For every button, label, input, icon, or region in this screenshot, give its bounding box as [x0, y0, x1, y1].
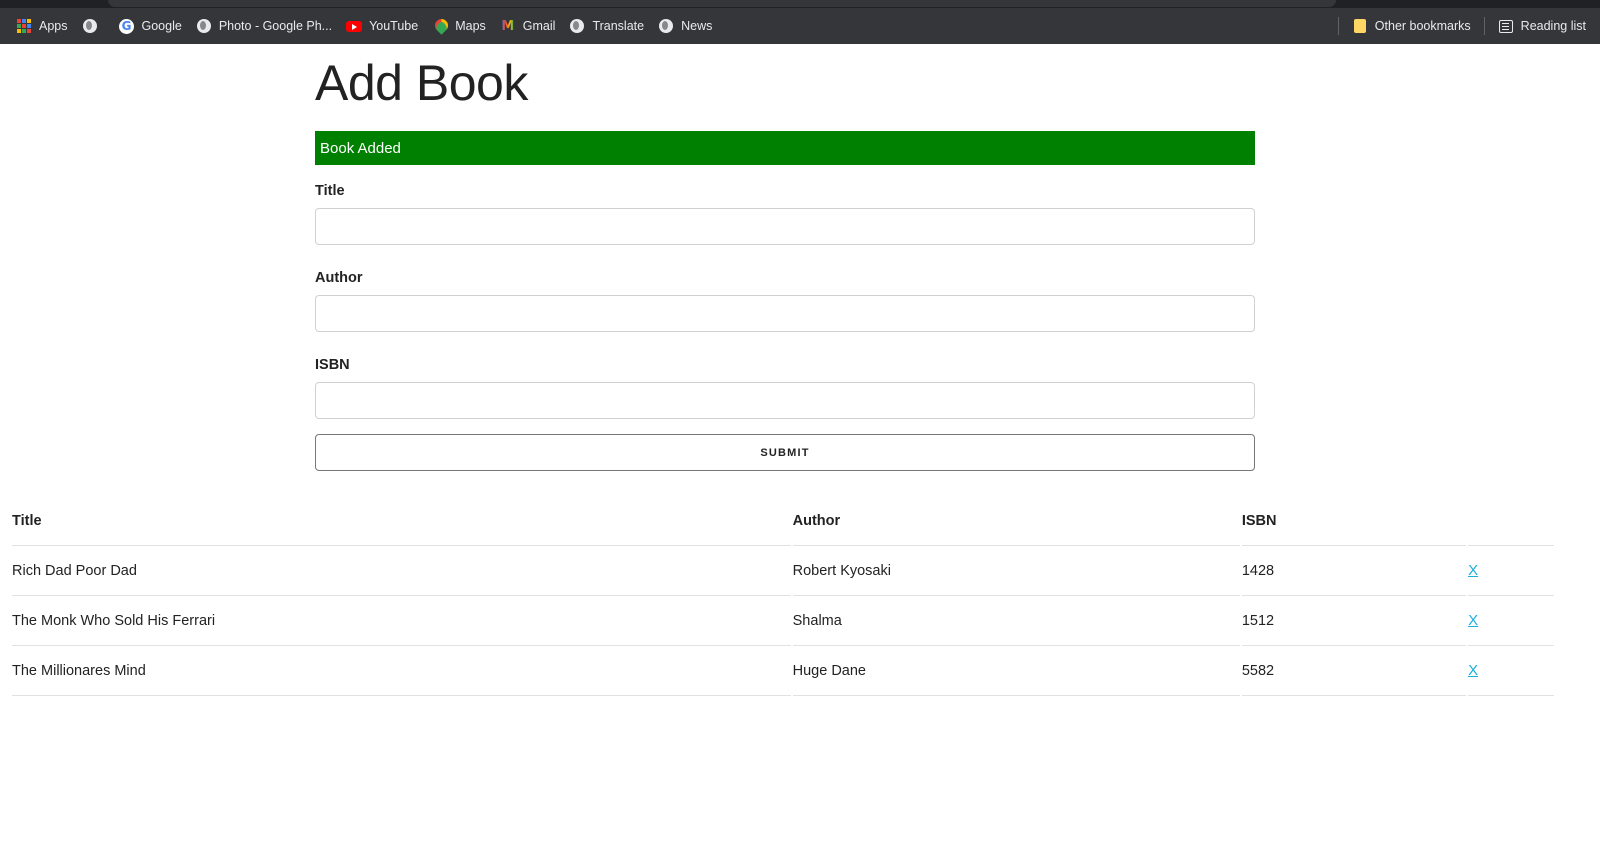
- bookmark-label: Google: [141, 19, 182, 33]
- title-field-group: Title: [315, 183, 1255, 245]
- bookmark-other-bookmarks[interactable]: Other bookmarks: [1345, 12, 1478, 40]
- bookmark-google[interactable]: G Google: [112, 12, 189, 40]
- maps-pin-icon: [432, 18, 448, 34]
- add-book-form: Title Author ISBN SUBMIT: [315, 183, 1255, 471]
- folder-icon: [1352, 18, 1368, 34]
- bookmark-apps[interactable]: Apps: [0, 12, 75, 40]
- globe-icon: [196, 18, 212, 34]
- author-label: Author: [315, 270, 363, 286]
- cell-actions: X: [1468, 546, 1554, 596]
- bookmark-label: Gmail: [522, 19, 556, 33]
- page-content: Add Book Book Added Title Author ISBN SU…: [0, 44, 1568, 842]
- table-row: The Monk Who Sold His Ferrari Shalma 151…: [12, 596, 1554, 646]
- bookmark-label: Maps: [455, 19, 486, 33]
- globe-icon: [658, 18, 674, 34]
- bookmark-google-photos[interactable]: Photo - Google Ph...: [189, 12, 339, 40]
- browser-tab-strip: [0, 0, 1600, 8]
- bookmark-news[interactable]: News: [651, 12, 719, 40]
- isbn-label: ISBN: [315, 357, 350, 373]
- bookmark-translate[interactable]: Translate: [562, 12, 651, 40]
- cell-isbn: 1428: [1241, 546, 1467, 596]
- isbn-field-group: ISBN: [315, 357, 1255, 419]
- page-title: Add Book: [315, 55, 528, 111]
- table-row: Rich Dad Poor Dad Robert Kyosaki 1428 X: [12, 546, 1554, 596]
- author-field-group: Author: [315, 270, 1255, 332]
- table-header: Title Author ISBN: [12, 496, 1554, 546]
- delete-book-link[interactable]: X: [1468, 612, 1478, 629]
- column-header-title: Title: [12, 496, 791, 546]
- bookmark-label: Reading list: [1520, 19, 1586, 33]
- column-header-actions: [1468, 496, 1554, 546]
- bookmark-label: Photo - Google Ph...: [218, 19, 333, 33]
- bookmark-maps[interactable]: Maps: [425, 12, 493, 40]
- delete-book-link[interactable]: X: [1468, 662, 1478, 679]
- address-bar[interactable]: [108, 0, 1336, 7]
- bookmark-label: Translate: [592, 19, 645, 33]
- cell-isbn: 1512: [1241, 596, 1467, 646]
- youtube-icon: [346, 18, 363, 34]
- cell-actions: X: [1468, 646, 1554, 696]
- author-input[interactable]: [315, 295, 1255, 332]
- isbn-input[interactable]: [315, 382, 1255, 419]
- cell-author: Huge Dane: [792, 646, 1240, 696]
- delete-book-link[interactable]: X: [1468, 562, 1478, 579]
- table-row: The Millionares Mind Huge Dane 5582 X: [12, 646, 1554, 696]
- cell-author: Shalma: [792, 596, 1240, 646]
- bookmark-youtube[interactable]: YouTube: [339, 12, 425, 40]
- reading-list-icon: [1498, 18, 1514, 34]
- bookmark-gmail[interactable]: M Gmail: [493, 12, 563, 40]
- bookmarks-divider: [1337, 17, 1339, 35]
- globe-icon: [82, 18, 98, 34]
- table-header-row: Title Author ISBN: [12, 496, 1554, 546]
- success-alert: Book Added: [315, 131, 1255, 165]
- bookmark-label: Other bookmarks: [1374, 19, 1471, 33]
- column-header-isbn: ISBN: [1241, 496, 1467, 546]
- title-input[interactable]: [315, 208, 1255, 245]
- gmail-icon: M: [501, 18, 515, 34]
- cell-actions: X: [1468, 596, 1554, 646]
- cell-title: The Millionares Mind: [12, 646, 791, 696]
- google-icon: G: [119, 18, 135, 34]
- bookmarks-bar: Apps G Google Photo - Google Ph... YouTu…: [0, 8, 1600, 44]
- add-book-container: Add Book Book Added Title Author ISBN SU…: [315, 44, 1255, 471]
- bookmarks-divider: [1483, 17, 1485, 35]
- cell-title: Rich Dad Poor Dad: [12, 546, 791, 596]
- bookmark-label: News: [681, 19, 713, 33]
- submit-button[interactable]: SUBMIT: [315, 434, 1255, 471]
- cell-author: Robert Kyosaki: [792, 546, 1240, 596]
- bookmark-label: YouTube: [369, 19, 419, 33]
- globe-icon: [569, 18, 585, 34]
- bookmark-reading-list[interactable]: Reading list: [1491, 12, 1600, 40]
- cell-isbn: 5582: [1241, 646, 1467, 696]
- book-list-table: Title Author ISBN Rich Dad Poor Dad Robe…: [10, 496, 1556, 696]
- column-header-author: Author: [792, 496, 1240, 546]
- bookmark-label: Apps: [39, 19, 68, 33]
- cell-title: The Monk Who Sold His Ferrari: [12, 596, 791, 646]
- table-body: Rich Dad Poor Dad Robert Kyosaki 1428 X …: [12, 546, 1554, 696]
- apps-grid-icon: [16, 18, 32, 34]
- title-label: Title: [315, 183, 345, 199]
- bookmark-globe[interactable]: [75, 12, 112, 40]
